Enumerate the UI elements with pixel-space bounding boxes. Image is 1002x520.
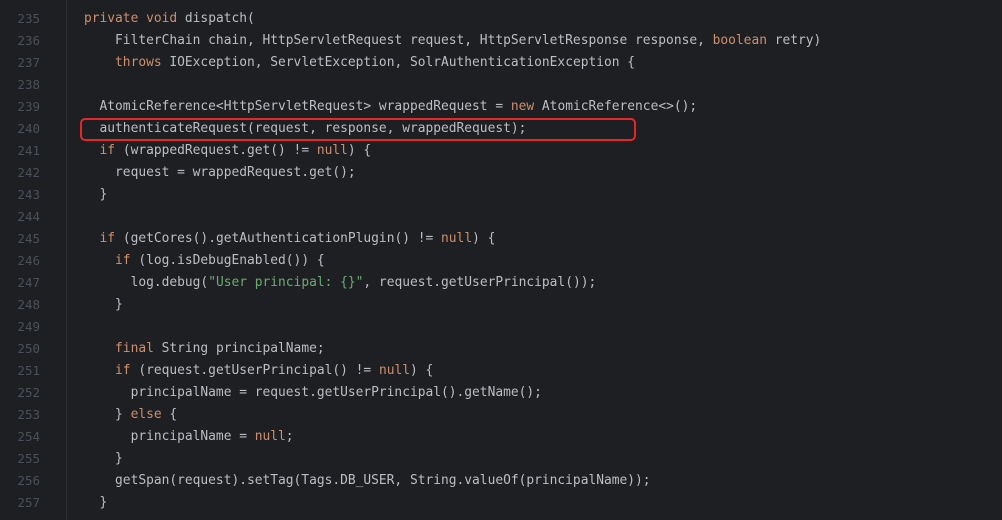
line-number: 239 <box>17 99 40 114</box>
keyword: if <box>115 363 131 378</box>
code-text: principalName = <box>84 429 255 444</box>
line-number: 253 <box>17 407 40 422</box>
code-text: } <box>84 451 123 466</box>
line-number: 242 <box>17 165 40 180</box>
line-number: 247 <box>17 275 40 290</box>
code-text: AtomicReference<HttpServletRequest> wrap… <box>84 99 511 114</box>
keyword: null <box>441 231 473 246</box>
line-number: 243 <box>17 187 40 202</box>
code-text: { <box>161 407 178 422</box>
code-line: principalName = request.getUserPrincipal… <box>84 382 821 404</box>
keyword: boolean <box>712 33 767 48</box>
code-text: , request.getUserPrincipal()); <box>363 275 597 290</box>
line-number: 248 <box>17 297 40 312</box>
code-line: request = wrappedRequest.get(); <box>84 162 821 184</box>
code-text: String principalName; <box>153 341 325 356</box>
keyword: null <box>378 363 410 378</box>
code-text: ) { <box>347 143 372 158</box>
code-line: log.debug("User principal: {}", request.… <box>84 272 821 294</box>
line-number: 250 <box>17 341 40 356</box>
line-number-gutter: 235 236 237 238 239 240 241 242 243 244 245 246 247 2… <box>0 0 67 520</box>
keyword: throws <box>115 55 162 70</box>
keyword: if <box>115 253 131 268</box>
keyword: null <box>316 143 348 158</box>
code-text: } <box>84 297 123 312</box>
keyword: new <box>510 99 535 114</box>
code-line: if (log.isDebugEnabled()) { <box>84 250 821 272</box>
code-line: FilterChain chain, HttpServletRequest re… <box>84 30 821 52</box>
line-number: 235 <box>17 11 40 26</box>
code-text: IOException, ServletException, SolrAuthe… <box>161 55 636 70</box>
line-number: 257 <box>17 495 40 510</box>
code-line: if (wrappedRequest.get() != null) { <box>84 140 821 162</box>
line-number: 251 <box>17 363 40 378</box>
line-number: 254 <box>17 429 40 444</box>
code-line: AtomicReference<HttpServletRequest> wrap… <box>84 96 821 118</box>
code-text: (request.getUserPrincipal() != <box>130 363 379 378</box>
code-text: (wrappedRequest.get() != <box>115 143 317 158</box>
code-text: (log.isDebugEnabled()) { <box>130 253 325 268</box>
code-editor[interactable]: 235 236 237 238 239 240 241 242 243 244 245 246 247 2… <box>0 0 1002 520</box>
code-text: request = wrappedRequest.get(); <box>84 165 356 180</box>
code-area[interactable]: private void dispatch( FilterChain chain… <box>84 8 821 514</box>
code-line: private void dispatch( <box>84 8 821 30</box>
line-number: 244 <box>17 209 40 224</box>
highlight-box <box>80 118 636 141</box>
code-line: if (getCores().getAuthenticationPlugin()… <box>84 228 821 250</box>
keyword: final <box>115 341 154 356</box>
line-number: 252 <box>17 385 40 400</box>
code-text: } <box>84 495 108 510</box>
code-text: log.debug( <box>84 275 209 290</box>
code-line: } <box>84 448 821 470</box>
code-line: getSpan(request).setTag(Tags.DB_USER, St… <box>84 470 821 492</box>
code-line: final String principalName; <box>84 338 821 360</box>
code-line: } <box>84 294 821 316</box>
code-line: if (request.getUserPrincipal() != null) … <box>84 360 821 382</box>
line-number: 240 <box>17 121 40 136</box>
code-line: } else { <box>84 404 821 426</box>
code-line: } <box>84 184 821 206</box>
line-number: 249 <box>17 319 40 334</box>
code-text: retry) <box>766 33 822 48</box>
code-text: dispatch( <box>184 11 255 26</box>
line-number: 245 <box>17 231 40 246</box>
line-number: 255 <box>17 451 40 466</box>
line-number: 238 <box>17 77 40 92</box>
keyword: null <box>254 429 286 444</box>
code-text: FilterChain chain, HttpServletRequest re… <box>84 33 713 48</box>
code-text: principalName = request.getUserPrincipal… <box>84 385 542 400</box>
keyword: if <box>99 231 116 246</box>
line-number: 256 <box>17 473 40 488</box>
code-text: ) { <box>472 231 496 246</box>
code-text: (getCores().getAuthenticationPlugin() != <box>115 231 442 246</box>
code-text: AtomicReference<>(); <box>534 99 698 114</box>
keyword: if <box>99 143 116 158</box>
code-line: principalName = null; <box>84 426 821 448</box>
line-number: 246 <box>17 253 40 268</box>
code-text: ) { <box>409 363 434 378</box>
code-text: getSpan(request).setTag(Tags.DB_USER, St… <box>84 473 651 488</box>
keyword: private void <box>84 11 185 26</box>
code-text: } <box>84 407 131 422</box>
code-text: ; <box>285 429 294 444</box>
keyword: else <box>130 407 162 422</box>
code-text: } <box>84 187 108 202</box>
line-number: 241 <box>17 143 40 158</box>
code-line: } <box>84 492 821 514</box>
line-number: 236 <box>17 33 40 48</box>
line-number: 237 <box>17 55 40 70</box>
code-line: throws IOException, ServletException, So… <box>84 52 821 74</box>
string-literal: "User principal: {}" <box>208 275 364 290</box>
